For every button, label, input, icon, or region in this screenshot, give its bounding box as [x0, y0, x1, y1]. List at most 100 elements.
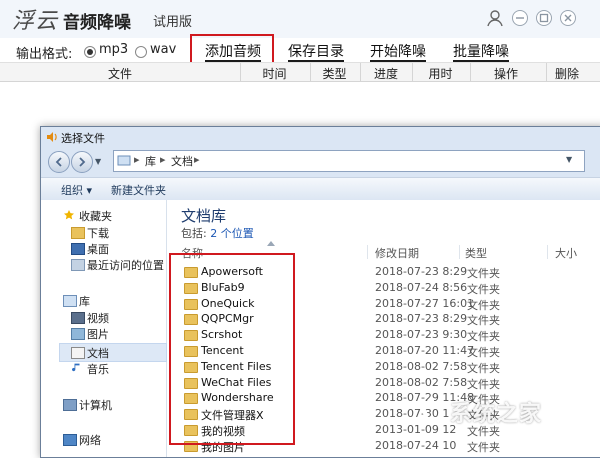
- breadcrumb-sep-icon: ▸: [134, 153, 140, 166]
- file-date: 2018-08-02 7:58: [375, 359, 468, 373]
- file-date: 2018-07-23 8:29: [375, 312, 468, 326]
- file-date: 2018-07-24 10: [375, 438, 457, 452]
- library-icon: [117, 155, 131, 166]
- pictures-icon: [71, 328, 85, 340]
- file-date: 2018-07-23 9:30: [375, 328, 468, 342]
- breadcrumb-sep-icon: ▸: [194, 153, 200, 166]
- column-type[interactable]: 类型: [465, 245, 487, 261]
- format-mp3-label[interactable]: mp3: [99, 42, 128, 57]
- nav-libraries[interactable]: 库: [79, 293, 90, 309]
- app-title-bar: 浮云 音频降噪 试用版: [0, 0, 600, 38]
- star-icon: [64, 210, 74, 220]
- arrow-left-icon: [55, 157, 62, 167]
- nav-pictures[interactable]: 图片: [87, 326, 109, 342]
- maximize-icon[interactable]: [535, 9, 553, 27]
- nav-videos[interactable]: 视频: [87, 310, 109, 326]
- watermark-logo-icon: [422, 398, 442, 422]
- back-button[interactable]: [48, 151, 70, 173]
- file-type: 文件夹: [467, 346, 500, 359]
- nav-recent[interactable]: 最近访问的位置: [87, 257, 164, 273]
- locations-link[interactable]: 2 个位置: [210, 227, 254, 240]
- file-date: 2018-07-24 8:56: [375, 280, 468, 294]
- col-file[interactable]: 文件: [0, 65, 240, 82]
- video-icon: [71, 312, 85, 324]
- navigation-pane: 收藏夹 下载 桌面 最近访问的位置 库 视频 图片 文档 音乐 计算机 网络: [41, 200, 167, 457]
- nav-downloads[interactable]: 下载: [87, 225, 109, 241]
- col-delete[interactable]: 删除: [547, 65, 587, 82]
- network-icon: [63, 434, 77, 446]
- app-toolbar: 输出格式: mp3 wav 添加音频 保存目录 开始降噪 批量降噪: [0, 38, 600, 62]
- file-date: 2018-08-02 7:58: [375, 375, 468, 389]
- file-type: 文件夹: [467, 440, 500, 454]
- breadcrumb-documents[interactable]: 文档: [171, 153, 193, 169]
- col-type[interactable]: 类型: [311, 65, 358, 82]
- library-subtitle: 包括: 2 个位置: [181, 225, 254, 241]
- start-denoise-button[interactable]: 开始降噪: [370, 41, 426, 62]
- file-type: 文件夹: [467, 314, 500, 328]
- column-size[interactable]: 大小: [555, 245, 577, 261]
- dialog-title-bar: 选择文件: [41, 127, 600, 147]
- col-action[interactable]: 操作: [471, 65, 541, 82]
- nav-network[interactable]: 网络: [79, 432, 101, 448]
- file-type: 文件夹: [467, 361, 500, 375]
- column-modified[interactable]: 修改日期: [375, 245, 419, 261]
- file-type: 文件夹: [467, 377, 500, 391]
- nav-desktop[interactable]: 桌面: [87, 241, 109, 257]
- nav-music[interactable]: 音乐: [87, 361, 109, 377]
- save-directory-button[interactable]: 保存目录: [288, 41, 344, 62]
- file-date: 2018-07-20 11:47: [375, 344, 475, 357]
- includes-label: 包括:: [181, 227, 207, 240]
- batch-denoise-button[interactable]: 批量降噪: [453, 41, 509, 62]
- minimize-icon[interactable]: [511, 9, 529, 27]
- format-wav-radio[interactable]: [135, 46, 147, 58]
- arrow-right-icon: [79, 157, 86, 167]
- nav-favorites[interactable]: 收藏夹: [79, 208, 112, 224]
- format-mp3-radio[interactable]: [84, 46, 96, 58]
- breadcrumb-sep-icon: ▸: [160, 153, 166, 166]
- desktop-icon: [71, 243, 85, 255]
- nav-documents[interactable]: 文档: [87, 345, 109, 361]
- column-divider: [547, 245, 548, 259]
- app-name: 音频降噪: [63, 13, 131, 33]
- file-date: 2013-01-09 12: [375, 423, 457, 436]
- user-icon[interactable]: [486, 9, 504, 27]
- address-field[interactable]: ▸ 库 ▸ 文档 ▸ ▼: [113, 150, 585, 172]
- history-dropdown-icon[interactable]: ▼: [95, 157, 101, 166]
- recent-places-icon: [71, 259, 85, 271]
- watermark-text: 系统之家: [450, 402, 543, 427]
- speaker-icon: [47, 132, 57, 142]
- output-format-label: 输出格式:: [16, 47, 73, 62]
- file-date: 2018-07-27 16:01: [375, 296, 475, 310]
- computer-icon: [63, 399, 77, 411]
- col-time[interactable]: 时间: [241, 65, 308, 82]
- file-date: 2018-07-23 8:29: [375, 265, 468, 278]
- file-type: 文件夹: [467, 330, 500, 344]
- col-duration[interactable]: 用时: [413, 65, 468, 82]
- music-icon: [72, 363, 80, 372]
- address-bar-row: ▼ ▸ 库 ▸ 文档 ▸ ▼: [41, 147, 600, 177]
- new-folder-button[interactable]: 新建文件夹: [111, 182, 166, 198]
- file-type: 文件夹: [467, 267, 500, 280]
- highlight-folders: [169, 253, 295, 445]
- sort-up-icon: [267, 241, 275, 246]
- dialog-title: 选择文件: [61, 132, 105, 145]
- col-progress[interactable]: 进度: [361, 65, 411, 82]
- organize-button[interactable]: 组织 ▾: [61, 182, 92, 198]
- address-dropdown-icon[interactable]: ▼: [566, 155, 572, 164]
- file-table-header: 文件 时间 类型 进度 用时 操作 删除: [0, 62, 600, 82]
- column-divider: [459, 245, 460, 259]
- command-bar: 组织 ▾ 新建文件夹: [41, 177, 600, 201]
- folder-icon: [71, 227, 85, 239]
- file-type: 文件夹: [467, 298, 500, 312]
- breadcrumb-library[interactable]: 库: [145, 153, 156, 169]
- app-logo: 浮云: [12, 9, 59, 34]
- forward-button[interactable]: [71, 151, 93, 173]
- library-title: 文档库: [181, 207, 227, 225]
- file-type: 文件夹: [467, 282, 500, 296]
- edition-label: 试用版: [153, 15, 193, 30]
- nav-computer[interactable]: 计算机: [79, 397, 112, 413]
- documents-icon: [71, 347, 85, 359]
- column-divider: [367, 245, 368, 259]
- close-icon[interactable]: [559, 9, 577, 27]
- format-wav-label[interactable]: wav: [150, 42, 176, 57]
